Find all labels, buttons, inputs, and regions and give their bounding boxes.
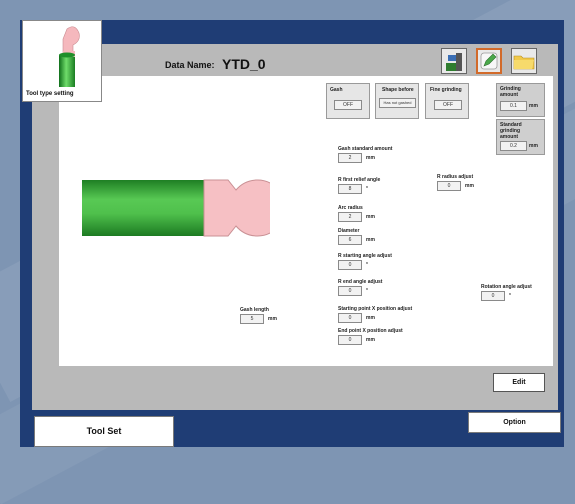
end-x-input[interactable]: 0	[338, 335, 362, 345]
grinding-amount-section: Grinding amount 0.1 mm	[496, 83, 545, 117]
shape-before-select[interactable]: Has not gashed	[379, 98, 416, 108]
standard-grinding-unit: mm	[529, 143, 538, 149]
gash-toggle[interactable]: OFF	[334, 100, 362, 110]
grinding-amount-unit: mm	[529, 103, 538, 109]
standard-grinding-input[interactable]: 0.2	[500, 141, 527, 151]
tool-shape-preview	[82, 179, 270, 237]
diameter-label: Diameter	[338, 228, 360, 234]
diameter-unit: mm	[366, 237, 375, 243]
r-first-relief-label: R first relief angle	[338, 177, 381, 183]
r-radius-adjust-input[interactable]: 0	[437, 181, 461, 191]
diameter-input[interactable]: 6	[338, 235, 362, 245]
tool-type-label: Tool type setting	[26, 91, 74, 97]
fine-grinding-label: Fine grinding	[430, 87, 462, 93]
r-first-relief-input[interactable]: 8	[338, 184, 362, 194]
gash-label: Gash	[330, 87, 343, 93]
fine-grinding-section: Fine grinding OFF	[425, 83, 469, 119]
tool-type-setting-button[interactable]: Tool type setting	[22, 20, 102, 102]
r-end-angle-label: R end angle adjust	[338, 279, 383, 285]
gash-length-unit: mm	[268, 316, 277, 322]
fine-grinding-toggle[interactable]: OFF	[434, 100, 462, 110]
tool-set-button[interactable]: Tool Set	[34, 416, 174, 447]
gash-standard-unit: mm	[366, 155, 375, 161]
rotation-angle-label: Rotation angle adjust	[481, 284, 532, 290]
option-button[interactable]: Option	[468, 412, 561, 433]
r-start-angle-label: R starting angle adjust	[338, 253, 392, 259]
r-end-angle-input[interactable]: 0	[338, 286, 362, 296]
arc-radius-input[interactable]: 2	[338, 212, 362, 222]
edit-pencil-icon[interactable]	[476, 48, 502, 74]
r-radius-adjust-label: R radius adjust	[437, 174, 474, 180]
end-x-unit: mm	[366, 337, 375, 343]
arc-radius-label: Arc radius	[338, 205, 363, 211]
machine-tool-icon[interactable]	[441, 48, 467, 74]
gash-section: Gash OFF	[326, 83, 370, 119]
start-x-input[interactable]: 0	[338, 313, 362, 323]
gash-length-label: Gash length	[240, 307, 269, 313]
standard-grinding-section: Standard grinding amount 0.2 mm	[496, 119, 545, 155]
edit-button[interactable]: Edit	[493, 373, 545, 392]
r-start-angle-input[interactable]: 0	[338, 260, 362, 270]
ball-end-tool-icon	[59, 26, 80, 87]
rotation-angle-input[interactable]: 0	[481, 291, 505, 301]
folder-icon[interactable]	[511, 48, 537, 74]
r-radius-adjust-unit: mm	[465, 183, 474, 189]
grinding-amount-input[interactable]: 0.1	[500, 101, 527, 111]
data-name-label: Data Name:	[165, 60, 215, 70]
r-end-angle-unit: °	[366, 288, 368, 294]
gash-length-input[interactable]: 5	[240, 314, 264, 324]
standard-grinding-label: Standard grinding amount	[500, 122, 522, 140]
arc-radius-unit: mm	[366, 214, 375, 220]
grinding-amount-label: Grinding amount	[500, 86, 521, 98]
shape-before-label: Shape before	[382, 87, 414, 93]
start-x-unit: mm	[366, 315, 375, 321]
r-start-angle-unit: °	[366, 262, 368, 268]
start-x-label: Starting point X position adjust	[338, 306, 413, 312]
gash-standard-input[interactable]: 2	[338, 153, 362, 163]
r-first-relief-unit: °	[366, 186, 368, 192]
data-name-value: YTD_0	[222, 56, 266, 72]
shape-before-section: Shape before Has not gashed	[375, 83, 419, 119]
end-x-label: End point X position adjust	[338, 328, 403, 334]
gash-standard-label: Gash standard amount	[338, 146, 393, 152]
rotation-angle-unit: °	[509, 293, 511, 299]
